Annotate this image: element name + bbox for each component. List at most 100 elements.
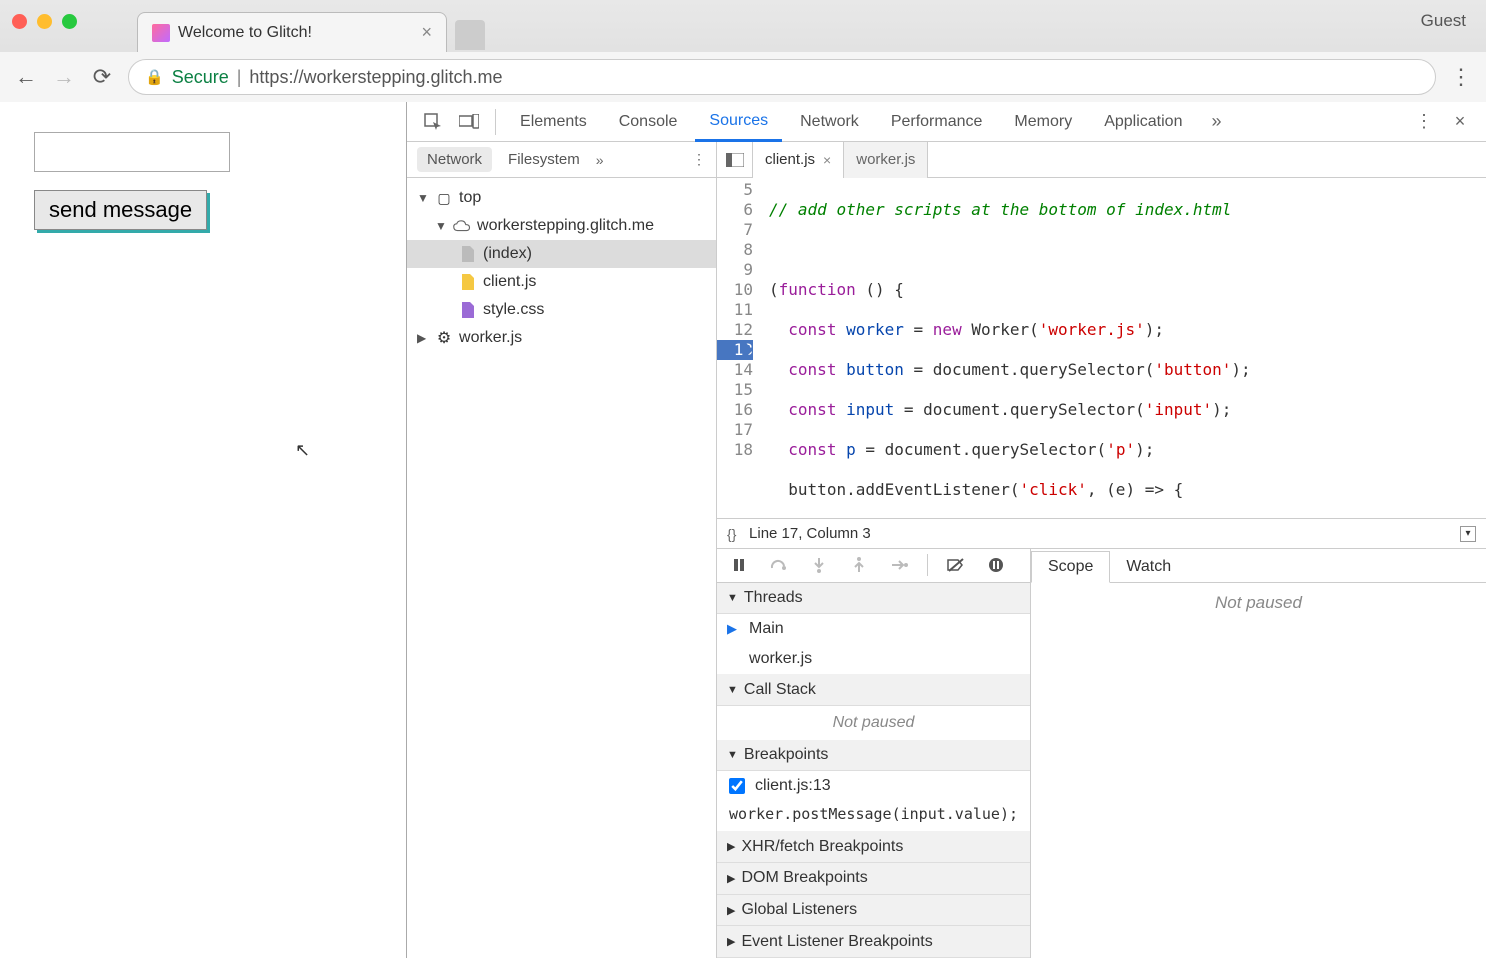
code-editor[interactable]: 56789101112131415161718 // add other scr… xyxy=(717,178,1486,518)
send-message-button[interactable]: send message xyxy=(34,190,207,230)
section-label: Global Listeners xyxy=(741,901,857,919)
back-button[interactable]: ← xyxy=(14,65,38,89)
guest-label[interactable]: Guest xyxy=(1421,11,1466,31)
section-label: Threads xyxy=(744,589,803,607)
navigator-tab-network[interactable]: Network xyxy=(417,147,492,172)
debugger-right: Scope Watch Not paused xyxy=(1031,549,1486,958)
tab-console[interactable]: Console xyxy=(605,102,692,142)
thread-main[interactable]: ▶Main xyxy=(717,614,1030,644)
separator xyxy=(495,109,496,135)
section-label: XHR/fetch Breakpoints xyxy=(741,838,903,856)
editor-tab-workerjs[interactable]: worker.js xyxy=(844,142,928,178)
address-bar: ← → ⟳ 🔒 Secure | https://workerstepping.… xyxy=(0,52,1486,102)
browser-menu-icon[interactable]: ⋮ xyxy=(1450,64,1472,90)
chevron-right-icon: ▶ xyxy=(417,331,429,345)
tab-watch[interactable]: Watch xyxy=(1110,552,1187,582)
debugger-left: ▼Threads ▶Main worker.js ▼Call Stack Not… xyxy=(717,549,1031,958)
browser-tab[interactable]: Welcome to Glitch! × xyxy=(137,12,447,52)
dom-breakpoints-header[interactable]: ▶DOM Breakpoints xyxy=(717,863,1030,895)
code-content[interactable]: // add other scripts at the bottom of in… xyxy=(759,178,1486,518)
toggle-navigator-icon[interactable] xyxy=(717,142,753,178)
thread-label: worker.js xyxy=(749,650,812,668)
step-into-button[interactable] xyxy=(807,553,831,577)
device-toolbar-icon[interactable] xyxy=(453,106,485,138)
tree-label: top xyxy=(459,189,481,207)
tree-top[interactable]: ▼ ▢ top xyxy=(407,184,716,212)
global-listeners-header[interactable]: ▶ Global Listeners xyxy=(717,895,1030,927)
new-tab-button[interactable] xyxy=(455,20,485,50)
chevron-down-icon: ▼ xyxy=(727,592,738,604)
navigator-more-icon[interactable]: » xyxy=(596,152,604,168)
tab-sources[interactable]: Sources xyxy=(695,102,782,142)
callstack-header[interactable]: ▼Call Stack xyxy=(717,674,1030,706)
close-icon[interactable]: × xyxy=(823,152,831,168)
message-input[interactable] xyxy=(34,132,230,172)
pause-on-exceptions-button[interactable] xyxy=(984,553,1008,577)
tree-label: style.css xyxy=(483,301,544,319)
chevron-down-icon: ▼ xyxy=(417,191,429,205)
minimize-window-button[interactable] xyxy=(37,14,52,29)
url-separator: | xyxy=(237,67,242,88)
tree-file-stylecss[interactable]: style.css xyxy=(407,296,716,324)
omnibox[interactable]: 🔒 Secure | https://workerstepping.glitch… xyxy=(128,59,1436,95)
devtools-tabbar: Elements Console Sources Network Perform… xyxy=(407,102,1486,142)
tab-scope[interactable]: Scope xyxy=(1031,551,1110,583)
tree-worker[interactable]: ▶ ⚙ worker.js xyxy=(407,324,716,352)
tab-application[interactable]: Application xyxy=(1090,102,1196,142)
chevron-right-icon: ▶ xyxy=(727,904,735,917)
tab-network[interactable]: Network xyxy=(786,102,873,142)
forward-button[interactable]: → xyxy=(52,65,76,89)
tab-performance[interactable]: Performance xyxy=(877,102,997,142)
file-tree: ▼ ▢ top ▼ workerstepping.glitch.me (inde… xyxy=(407,178,716,958)
thread-label: Main xyxy=(749,620,784,638)
xhr-breakpoints-header[interactable]: ▶XHR/fetch Breakpoints xyxy=(717,831,1030,863)
inspect-element-icon[interactable] xyxy=(417,106,449,138)
tab-bar: Welcome to Glitch! × Guest xyxy=(0,0,1486,52)
scope-body: Not paused xyxy=(1031,583,1486,958)
chevron-right-icon: ▶ xyxy=(727,935,735,948)
devtools-menu-icon[interactable]: ⋮ xyxy=(1408,106,1440,138)
threads-header[interactable]: ▼ Threads xyxy=(717,583,1030,615)
scope-message: Not paused xyxy=(1215,593,1302,613)
tree-file-index[interactable]: (index) xyxy=(407,240,716,268)
tab-elements[interactable]: Elements xyxy=(506,102,601,142)
editor-statusbar: {} Line 17, Column 3 ▾ xyxy=(717,518,1486,548)
gear-icon: ⚙ xyxy=(435,329,453,347)
tree-domain[interactable]: ▼ workerstepping.glitch.me xyxy=(407,212,716,240)
close-devtools-icon[interactable]: × xyxy=(1444,106,1476,138)
more-tabs-icon[interactable]: » xyxy=(1200,106,1232,138)
chevron-down-icon: ▼ xyxy=(435,219,447,233)
page-viewport: send message xyxy=(0,102,407,958)
thread-worker[interactable]: worker.js xyxy=(717,644,1030,674)
file-icon xyxy=(459,301,477,319)
breakpoints-header[interactable]: ▼Breakpoints xyxy=(717,740,1030,772)
step-over-button[interactable] xyxy=(767,553,791,577)
editor-tab-clientjs[interactable]: client.js × xyxy=(753,142,844,178)
step-out-button[interactable] xyxy=(847,553,871,577)
tree-file-clientjs[interactable]: client.js xyxy=(407,268,716,296)
tab-memory[interactable]: Memory xyxy=(1000,102,1086,142)
reload-button[interactable]: ⟳ xyxy=(90,65,114,89)
deactivate-breakpoints-button[interactable] xyxy=(944,553,968,577)
navigator-tab-filesystem[interactable]: Filesystem xyxy=(498,147,590,172)
tree-label: client.js xyxy=(483,273,536,291)
pretty-print-icon[interactable]: {} xyxy=(727,526,749,542)
url-text: https://workerstepping.glitch.me xyxy=(249,67,502,88)
devtools-body: Network Filesystem » ⋮ ▼ ▢ top ▼ xyxy=(407,142,1486,958)
coverage-icon[interactable]: ▾ xyxy=(1460,526,1476,542)
breakpoint-row[interactable]: client.js:13 xyxy=(717,771,1030,801)
close-window-button[interactable] xyxy=(12,14,27,29)
event-listener-breakpoints-header[interactable]: ▶Event Listener Breakpoints xyxy=(717,926,1030,958)
close-tab-icon[interactable]: × xyxy=(421,22,432,43)
breakpoint-label: client.js:13 xyxy=(755,777,831,795)
pause-button[interactable] xyxy=(727,553,751,577)
breakpoint-checkbox[interactable] xyxy=(729,778,745,794)
step-button[interactable] xyxy=(887,553,911,577)
editor-pane: client.js × worker.js 567891011121314151… xyxy=(717,142,1486,958)
editor-tab-label: client.js xyxy=(765,151,815,168)
navigator-menu-icon[interactable]: ⋮ xyxy=(692,151,706,168)
maximize-window-button[interactable] xyxy=(62,14,77,29)
frame-icon: ▢ xyxy=(435,189,453,207)
tree-label: worker.js xyxy=(459,329,522,347)
gutter[interactable]: 56789101112131415161718 xyxy=(717,178,759,518)
